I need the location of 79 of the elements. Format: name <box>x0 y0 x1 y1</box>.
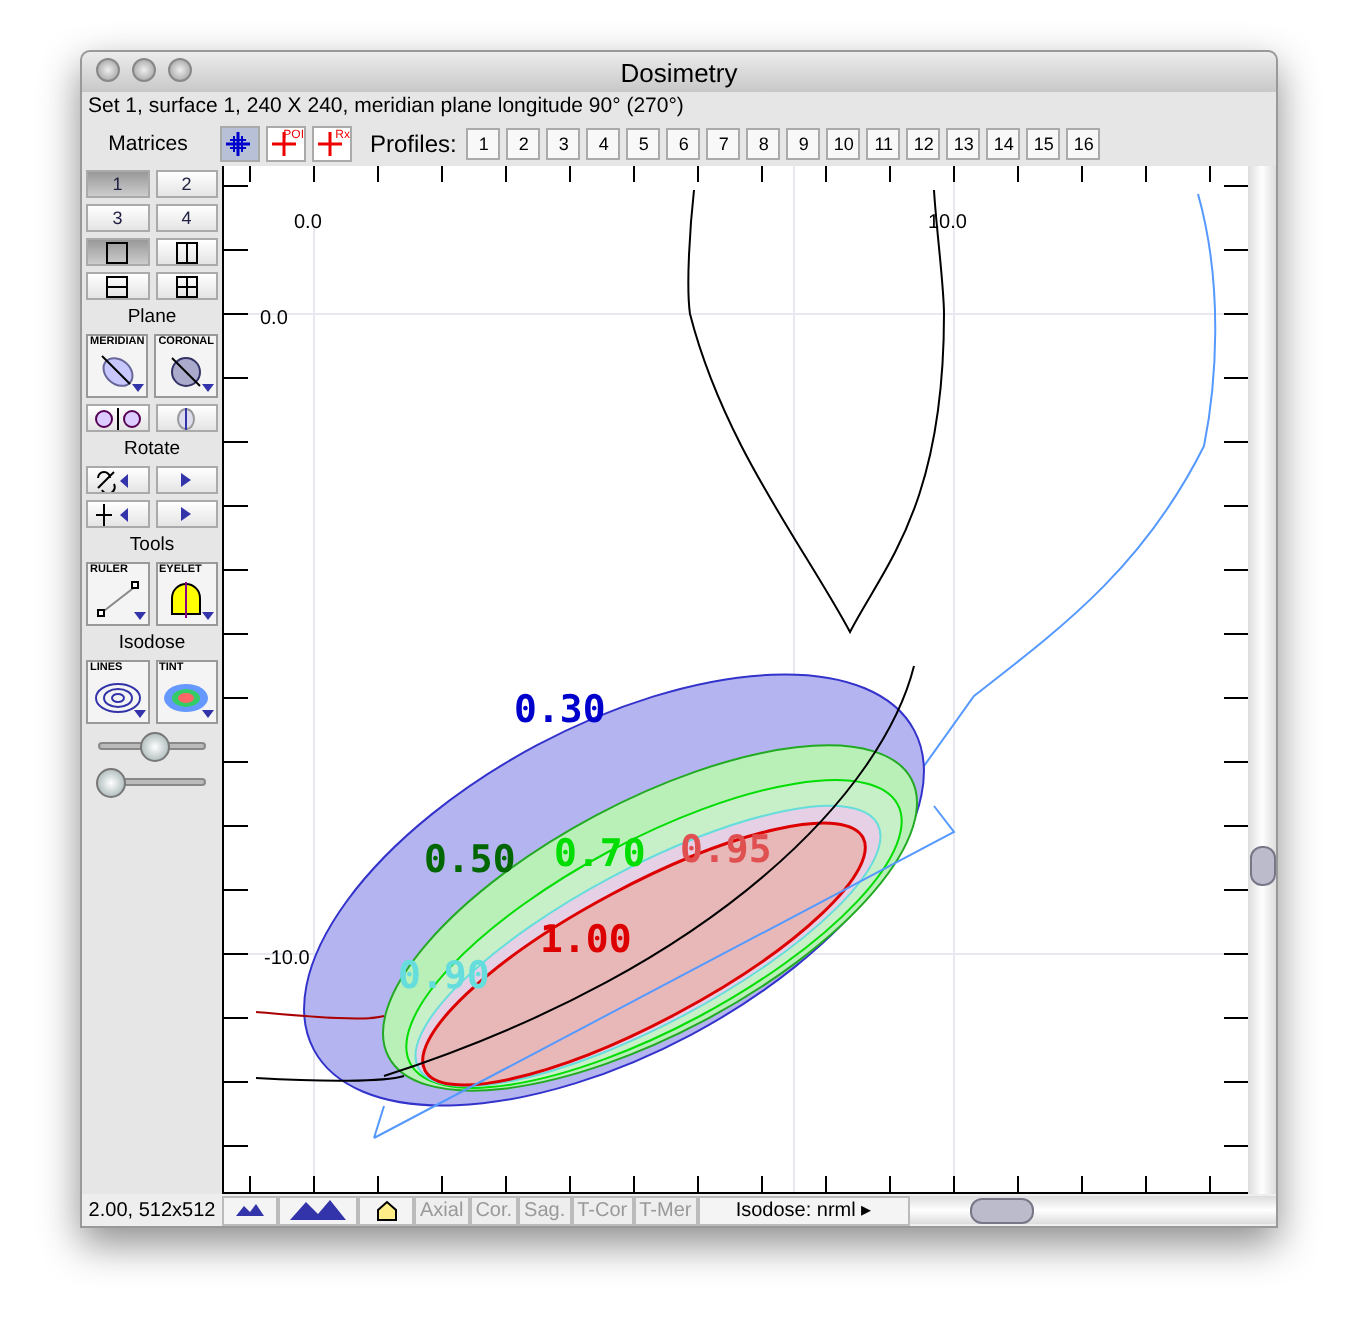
crosshair-icon <box>316 128 348 160</box>
swap-view-button[interactable] <box>86 404 149 432</box>
slider[interactable] <box>98 732 206 760</box>
profile-button[interactable]: 15 <box>1026 128 1061 160</box>
right-arrow-button[interactable] <box>155 466 218 494</box>
matrix-button[interactable]: 1 <box>86 170 149 198</box>
flip-button[interactable] <box>86 500 149 528</box>
profile-button[interactable]: 16 <box>1066 128 1101 160</box>
slider-thumb[interactable] <box>139 732 169 762</box>
slider-thumb[interactable] <box>95 768 126 798</box>
close-button[interactable] <box>96 58 120 82</box>
profile-button[interactable]: 5 <box>626 128 661 160</box>
isodose-label: 0.50 <box>424 838 516 882</box>
profile-button[interactable]: 6 <box>666 128 701 160</box>
slider[interactable] <box>98 768 206 796</box>
rotate-button[interactable] <box>86 466 149 494</box>
vsplit-layout-icon <box>175 241 198 263</box>
minimize-button[interactable] <box>132 58 156 82</box>
caret-icon <box>133 710 145 718</box>
caret-icon <box>132 384 145 392</box>
vertical-scrollbar[interactable] <box>1248 166 1276 1194</box>
isodose-label: 0.30 <box>514 688 606 732</box>
home-icon <box>375 1199 397 1221</box>
zoom-out-button[interactable] <box>222 1195 278 1225</box>
quad-layout-icon <box>175 275 198 297</box>
profile-button[interactable]: 10 <box>826 128 861 160</box>
profile-button[interactable]: 12 <box>906 128 941 160</box>
horizontal-scrollbar[interactable] <box>909 1196 1276 1224</box>
profiles-label: Profiles: <box>370 130 457 158</box>
ruler-icon <box>91 577 144 617</box>
caret-icon <box>202 384 215 392</box>
zoom-in-button[interactable] <box>278 1195 358 1225</box>
crosshair-tool-button[interactable] <box>220 126 260 162</box>
profile-button[interactable]: 7 <box>706 128 741 160</box>
layout-button[interactable] <box>155 238 218 266</box>
section-title: Rotate <box>122 438 182 460</box>
large-mountain-icon <box>290 1200 346 1220</box>
home-button[interactable] <box>358 1195 414 1225</box>
layout-button[interactable] <box>86 238 149 266</box>
profile-button[interactable]: 2 <box>506 128 541 160</box>
section-title: Tools <box>127 534 177 556</box>
matrix-button[interactable]: 2 <box>155 170 218 198</box>
hsplit-layout-icon <box>106 275 129 297</box>
axis-label: -10.0 <box>264 948 310 970</box>
isodose-menu[interactable]: Isodose: nrml ▸ <box>697 1195 910 1225</box>
caret-icon <box>202 612 214 620</box>
profile-button[interactable]: 13 <box>946 128 981 160</box>
caret-icon <box>202 710 214 718</box>
axis-label: 0.0 <box>260 308 288 330</box>
zoom-readout: 2.00, 512x512 <box>86 1199 218 1221</box>
profile-button[interactable]: 8 <box>746 128 781 160</box>
layout-button[interactable] <box>155 272 218 300</box>
two-circles-icon <box>93 407 142 429</box>
small-mountain-icon <box>236 1204 264 1216</box>
rx-tool-button[interactable]: Rx <box>312 126 352 162</box>
isodose-label: 1.00 <box>540 918 632 962</box>
caret-icon <box>133 612 145 620</box>
profile-button[interactable]: 1 <box>466 128 501 160</box>
axis-label: 0.0 <box>294 212 322 234</box>
section-title: Matrices <box>106 132 190 156</box>
profile-button[interactable]: 14 <box>986 128 1021 160</box>
crosshair-icon <box>224 128 256 160</box>
matrix-button[interactable]: 3 <box>86 204 149 232</box>
matrix-button[interactable]: 4 <box>155 204 218 232</box>
single-layout-icon <box>106 241 129 263</box>
right-arrow-icon <box>180 506 193 522</box>
profile-button[interactable]: 11 <box>866 128 901 160</box>
info-line: Set 1, surface 1, 240 X 240, meridian plane longitude 90° (270°) <box>86 92 686 122</box>
profile-button[interactable]: 9 <box>786 128 821 160</box>
slice-button[interactable] <box>155 404 218 432</box>
profile-button[interactable]: 3 <box>546 128 581 160</box>
profile-button[interactable]: 4 <box>586 128 621 160</box>
window-title: Dosimetry <box>620 57 738 87</box>
section-title: Isodose <box>116 632 188 654</box>
zoom-button[interactable] <box>168 58 192 82</box>
layout-button[interactable] <box>86 272 149 300</box>
section-title: Plane <box>125 306 179 328</box>
right-arrow-button[interactable] <box>155 500 218 528</box>
right-arrow-icon <box>180 472 193 488</box>
